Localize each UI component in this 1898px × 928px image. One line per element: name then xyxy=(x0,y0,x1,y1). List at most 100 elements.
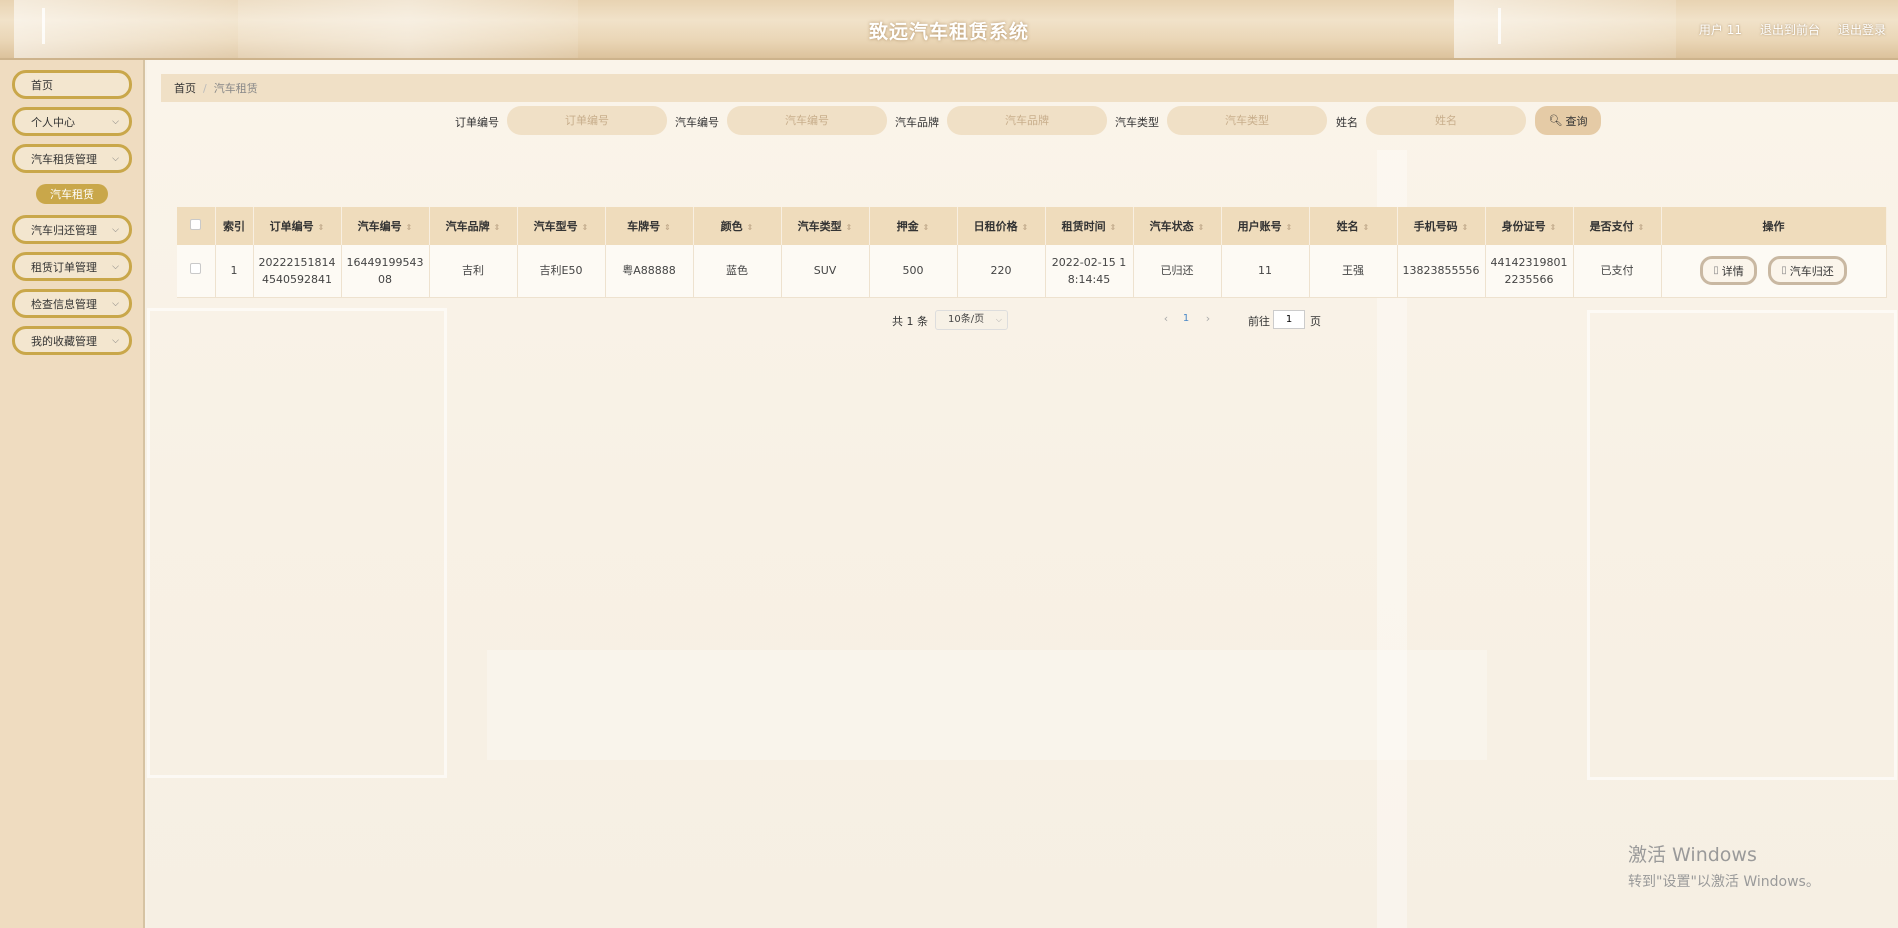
sort-icon: ⇕ xyxy=(405,223,413,232)
sort-icon: ⇕ xyxy=(1461,223,1469,232)
sidebar-item-favorites-management[interactable]: 我的收藏管理 ⌵ xyxy=(12,326,132,355)
main-content: 首页 / 汽车租赁 订单编号 汽车编号 汽车品牌 汽车类型 姓名 🔍︎ 查询 xyxy=(147,60,1898,928)
sort-icon: ⇕ xyxy=(317,223,325,232)
goto-page-input[interactable] xyxy=(1273,310,1305,329)
table-cell: 202221518144540592841 xyxy=(253,245,342,298)
table-cell: 已归还 xyxy=(1133,245,1222,298)
column-header[interactable]: 汽车型号 ⇕ xyxy=(517,207,606,245)
sidebar-subitem-car-rental[interactable]: 汽车租赁 xyxy=(36,184,108,204)
sort-icon: ⇕ xyxy=(922,223,930,232)
column-header[interactable]: 日租价格 ⇕ xyxy=(957,207,1046,245)
sidebar-item-car-return-management[interactable]: 汽车归还管理 ⌵ xyxy=(12,215,132,244)
table-cell: 已支付 xyxy=(1573,245,1662,298)
sidebar-item-home[interactable]: 首页 xyxy=(12,70,132,99)
background-panel xyxy=(147,308,447,778)
actions-cell: ▯ 详情 ▯ 汽车归还 xyxy=(1661,245,1887,298)
search-bar: 订单编号 汽车编号 汽车品牌 汽车类型 姓名 🔍︎ 查询 xyxy=(147,106,1898,136)
car-return-button-label: 汽车归还 xyxy=(1789,264,1834,278)
user-label: 用户 11 xyxy=(1698,23,1742,37)
sort-icon: ⇕ xyxy=(1109,223,1117,232)
prev-page-icon[interactable]: ‹ xyxy=(1158,310,1174,330)
back-to-front-link[interactable]: 退出到前台 xyxy=(1760,21,1820,38)
column-header[interactable]: 汽车品牌 ⇕ xyxy=(429,207,518,245)
chevron-down-icon: ⌵ xyxy=(112,262,119,272)
sort-icon: ⇕ xyxy=(1021,223,1029,232)
order-number-label: 订单编号 xyxy=(455,116,499,129)
car-number-input[interactable] xyxy=(727,106,887,135)
sidebar-item-label: 汽车租赁管理 xyxy=(31,152,97,166)
table-cell: 粤A88888 xyxy=(605,245,694,298)
header-actions: 用户 11 退出到前台 退出登录 xyxy=(1699,21,1886,38)
name-label: 姓名 xyxy=(1336,116,1358,129)
car-type-label: 汽车类型 xyxy=(1115,116,1159,129)
sidebar-item-label: 租赁订单管理 xyxy=(31,260,97,274)
car-return-button[interactable]: ▯ 汽车归还 xyxy=(1768,256,1847,286)
logout-link[interactable]: 退出登录 xyxy=(1838,21,1886,38)
table-header-row: 索引 订单编号 ⇕ 汽车编号 ⇕ 汽车品牌 ⇕ 汽车型号 ⇕ 车牌号 ⇕ 颜色 ⇕ 汽车类型… xyxy=(177,207,1887,245)
sort-icon: ⇕ xyxy=(581,223,589,232)
search-icon: 🔍︎ xyxy=(1548,114,1563,127)
sort-icon: ⇕ xyxy=(1197,223,1205,232)
row-checkbox[interactable] xyxy=(177,245,216,298)
car-brand-label: 汽车品牌 xyxy=(895,116,939,129)
column-header[interactable]: 租赁时间 ⇕ xyxy=(1045,207,1134,245)
sort-icon: ⇕ xyxy=(664,223,671,232)
car-type-input[interactable] xyxy=(1167,106,1327,135)
column-header[interactable]: 押金 ⇕ xyxy=(869,207,958,245)
table-cell: 11 xyxy=(1221,245,1310,298)
table-cell: 500 xyxy=(869,245,958,298)
table-row: 1 202221518144540592841 1644919954308 吉利… xyxy=(177,245,1887,298)
breadcrumb-home[interactable]: 首页 xyxy=(174,80,196,96)
query-button[interactable]: 🔍︎ 查询 xyxy=(1535,106,1601,135)
table-cell: 13823855556 xyxy=(1397,245,1486,298)
detail-button[interactable]: ▯ 详情 xyxy=(1700,256,1757,286)
sidebar-item-inspection-management[interactable]: 检查信息管理 ⌵ xyxy=(12,289,132,318)
background-panel xyxy=(487,650,1487,760)
detail-button-label: 详情 xyxy=(1721,264,1744,278)
column-header[interactable]: 身份证号 ⇕ xyxy=(1485,207,1574,245)
app-title: 致远汽车租赁系统 xyxy=(868,21,1029,43)
column-header[interactable]: 姓名 ⇕ xyxy=(1309,207,1398,245)
column-header: 索引 xyxy=(215,207,254,245)
sort-icon: ⇕ xyxy=(493,223,501,232)
car-brand-input[interactable] xyxy=(947,106,1107,135)
sidebar: 首页 个人中心 ⌵ 汽车租赁管理 ⌵ 汽车租赁 汽车归还管理 ⌵ 租赁订单管理 … xyxy=(0,60,145,928)
column-header[interactable]: 汽车编号 ⇕ xyxy=(341,207,430,245)
background-panel xyxy=(1587,310,1897,780)
select-all-checkbox[interactable] xyxy=(177,207,216,245)
table-cell: 王强 xyxy=(1309,245,1398,298)
sidebar-item-rental-order-management[interactable]: 租赁订单管理 ⌵ xyxy=(12,252,132,281)
column-header[interactable]: 用户账号 ⇕ xyxy=(1221,207,1310,245)
page-size-value: 10条/页 xyxy=(948,314,985,325)
table-cell: 441423198012235566 xyxy=(1485,245,1574,298)
column-header: 操作 xyxy=(1661,207,1887,245)
page-number[interactable]: 1 xyxy=(1178,310,1194,330)
windows-activation-watermark: 激活 Windows 转到"设置"以激活 Windows。 xyxy=(1628,840,1820,891)
column-header[interactable]: 是否支付 ⇕ xyxy=(1573,207,1662,245)
name-input[interactable] xyxy=(1366,106,1526,135)
next-page-icon[interactable]: › xyxy=(1200,310,1216,330)
column-header[interactable]: 手机号码 ⇕ xyxy=(1397,207,1486,245)
order-number-input[interactable] xyxy=(507,106,667,135)
column-header[interactable]: 汽车类型 ⇕ xyxy=(781,207,870,245)
sidebar-item-personal-center[interactable]: 个人中心 ⌵ xyxy=(12,107,132,136)
column-header[interactable]: 订单编号 ⇕ xyxy=(253,207,342,245)
chevron-down-icon: ⌵ xyxy=(112,154,119,164)
table-cell: SUV xyxy=(781,245,870,298)
table-cell: 吉利E50 xyxy=(517,245,606,298)
page-size-select[interactable]: 10条/页 ⌵ xyxy=(935,310,1008,330)
document-icon: ▯ xyxy=(1713,265,1719,277)
table-cell: 1644919954308 xyxy=(341,245,430,298)
sort-icon: ⇕ xyxy=(1285,223,1293,232)
sidebar-item-car-rental-management[interactable]: 汽车租赁管理 ⌵ xyxy=(12,144,132,173)
column-header[interactable]: 颜色 ⇕ xyxy=(693,207,782,245)
column-header[interactable]: 汽车状态 ⇕ xyxy=(1133,207,1222,245)
column-header[interactable]: 车牌号 ⇕ xyxy=(605,207,694,245)
top-header: 致远汽车租赁系统 用户 11 退出到前台 退出登录 xyxy=(0,0,1898,60)
chevron-down-icon: ⌵ xyxy=(112,299,119,309)
car-number-label: 汽车编号 xyxy=(675,116,719,129)
sidebar-item-label: 个人中心 xyxy=(31,115,75,129)
sort-icon: ⇕ xyxy=(746,223,754,232)
sidebar-item-label: 检查信息管理 xyxy=(31,297,97,311)
goto-unit-label: 页 xyxy=(1310,315,1321,328)
